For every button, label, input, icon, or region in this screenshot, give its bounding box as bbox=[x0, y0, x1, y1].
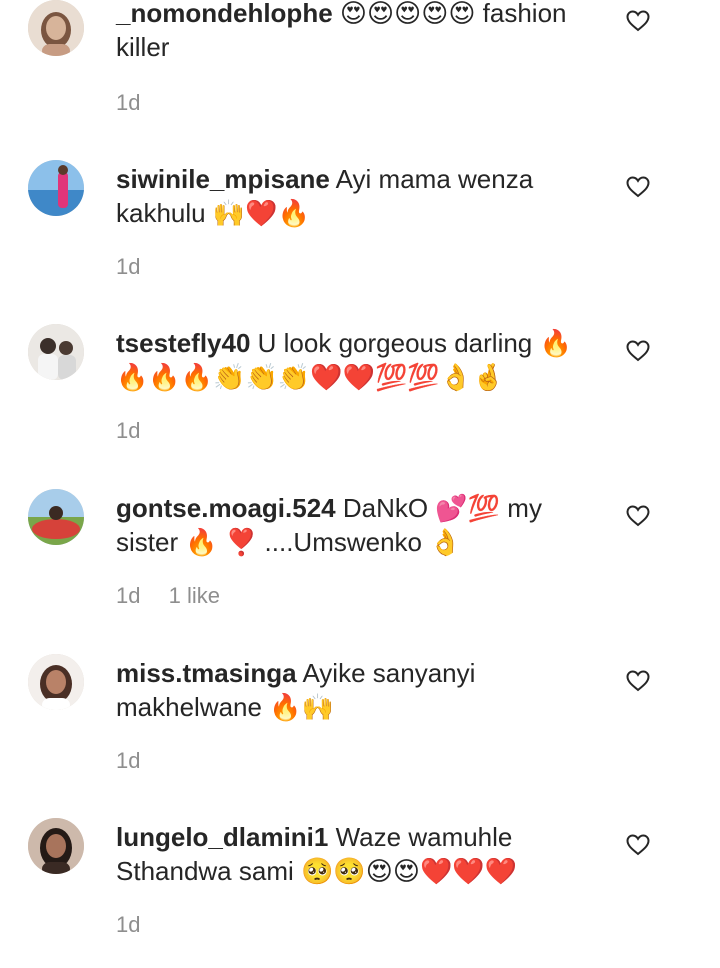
comment-likes[interactable]: 1 like bbox=[169, 583, 220, 608]
heart-outline-icon[interactable] bbox=[626, 10, 650, 32]
user-avatar[interactable] bbox=[28, 489, 84, 545]
comment-text: siwinile_mpisane Ayi mama wenza kakhulu … bbox=[116, 162, 596, 230]
comment-time: 1d bbox=[116, 90, 141, 115]
comment-time: 1d bbox=[116, 912, 141, 937]
comment-meta: 1d bbox=[116, 418, 184, 444]
user-avatar[interactable] bbox=[28, 818, 84, 874]
comment-time: 1d bbox=[116, 748, 141, 773]
comment-text: miss.tmasinga Ayike sanyanyi makhelwane … bbox=[116, 656, 596, 724]
comment-text: gontse.moagi.524 DaNkO 💕💯 my sister 🔥 ❣️… bbox=[116, 491, 596, 559]
comment-username[interactable]: gontse.moagi.524 bbox=[116, 493, 336, 523]
comment-item: tsestefly40 U look gorgeous darling 🔥🔥🔥🔥… bbox=[0, 310, 720, 474]
comment-time: 1d bbox=[116, 418, 141, 443]
heart-outline-icon[interactable] bbox=[626, 834, 650, 856]
comment-meta: 1d bbox=[116, 912, 184, 938]
comment-item: lungelo_dlamini1 Waze wamuhle Sthandwa s… bbox=[0, 804, 720, 968]
user-avatar[interactable] bbox=[28, 0, 84, 56]
comment-item: _nomondehlophe 😍😍😍😍😍 fashion killer 1d bbox=[0, 0, 720, 146]
beach-photo-avatar-icon bbox=[28, 160, 84, 216]
comment-time: 1d bbox=[116, 254, 141, 279]
comment-meta: 1d bbox=[116, 748, 184, 774]
user-avatar[interactable] bbox=[28, 324, 84, 380]
user-avatar[interactable] bbox=[28, 654, 84, 710]
comment-item: gontse.moagi.524 DaNkO 💕💯 my sister 🔥 ❣️… bbox=[0, 475, 720, 639]
woman-portrait-avatar-icon bbox=[28, 654, 84, 710]
comment-text: tsestefly40 U look gorgeous darling 🔥🔥🔥🔥… bbox=[116, 326, 596, 394]
comment-username[interactable]: _nomondehlophe bbox=[116, 0, 333, 28]
comment-username[interactable]: siwinile_mpisane bbox=[116, 164, 330, 194]
comment-username[interactable]: tsestefly40 bbox=[116, 328, 250, 358]
comment-meta: 1d bbox=[116, 254, 184, 280]
woman-portrait-avatar-icon bbox=[28, 0, 84, 56]
comment-item: miss.tmasinga Ayike sanyanyi makhelwane … bbox=[0, 640, 720, 804]
heart-outline-icon[interactable] bbox=[626, 670, 650, 692]
comment-text: _nomondehlophe 😍😍😍😍😍 fashion killer bbox=[116, 0, 596, 64]
comment-username[interactable]: lungelo_dlamini1 bbox=[116, 822, 328, 852]
comment-meta: 1d bbox=[116, 90, 184, 116]
woman-portrait-avatar-icon bbox=[28, 818, 84, 874]
heart-outline-icon[interactable] bbox=[626, 340, 650, 362]
user-avatar[interactable] bbox=[28, 160, 84, 216]
comment-text: lungelo_dlamini1 Waze wamuhle Sthandwa s… bbox=[116, 820, 596, 888]
comment-meta: 1d 1 like bbox=[116, 583, 242, 609]
heart-outline-icon[interactable] bbox=[626, 176, 650, 198]
comment-username[interactable]: miss.tmasinga bbox=[116, 658, 297, 688]
comment-time: 1d bbox=[116, 583, 141, 608]
heart-outline-icon[interactable] bbox=[626, 505, 650, 527]
comment-item: siwinile_mpisane Ayi mama wenza kakhulu … bbox=[0, 146, 720, 310]
car-photo-avatar-icon bbox=[28, 489, 84, 545]
group-photo-avatar-icon bbox=[28, 324, 84, 380]
